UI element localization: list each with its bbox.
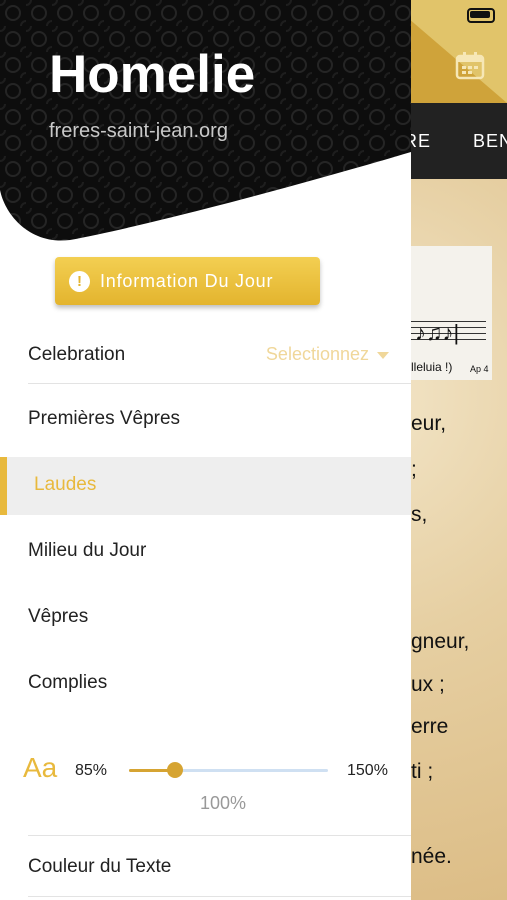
music-notes: ♪♫♪| [415, 320, 460, 345]
caret-down-icon [377, 351, 389, 359]
text-color-label: Couleur du Texte [28, 856, 172, 877]
font-size-icon: Aa [23, 752, 58, 783]
celebration-select-value: Selectionnez [265, 344, 369, 364]
font-size-max-label: 150% [347, 762, 388, 779]
text-line: née. [411, 845, 452, 868]
text-line: ti ; [411, 760, 434, 783]
divider [28, 896, 411, 897]
celebration-label: Celebration [28, 344, 126, 365]
battery-icon [467, 8, 495, 23]
font-size-current-label: 100% [200, 793, 247, 813]
celebration-select[interactable]: Selectionnez [266, 344, 389, 365]
celebration-row: Celebration Selectionnez [0, 320, 411, 384]
side-drawer: Homelie freres-saint-jean.org ! Informat… [0, 0, 411, 900]
text-line: eur, [411, 412, 447, 435]
font-size-min-label: 85% [75, 762, 108, 779]
text-line: gneur, [411, 630, 470, 653]
text-line: ux ; [411, 673, 445, 696]
website-url[interactable]: freres-saint-jean.org [49, 120, 228, 143]
font-size-slider[interactable] [129, 762, 328, 778]
menu-item-label: Complies [28, 672, 108, 693]
tab-ben[interactable]: BEN [473, 131, 507, 152]
menu-item-label: Vêpres [28, 606, 89, 627]
exclamation-icon: ! [69, 270, 90, 292]
active-indicator [0, 457, 7, 515]
music-reference: Ap 4 [470, 364, 489, 374]
menu-item-laudes[interactable]: Laudes [0, 457, 411, 515]
menu-item-premieres-vepres[interactable]: Premières Vêpres [0, 391, 411, 449]
information-du-jour-button[interactable]: ! Information Du Jour [55, 257, 320, 305]
menu-item-label: Milieu du Jour [28, 540, 147, 561]
divider [28, 383, 411, 384]
music-lyric: lleluia !) [411, 360, 453, 374]
app-title: Homelie [49, 45, 256, 104]
menu-item-label: Premières Vêpres [28, 408, 181, 429]
text-line: ; [411, 458, 417, 481]
info-button-label: Information Du Jour [100, 270, 274, 291]
slider-thumb[interactable] [166, 762, 183, 778]
menu-item-milieu-du-jour[interactable]: Milieu du Jour [0, 523, 411, 581]
menu-item-complies[interactable]: Complies [0, 655, 411, 713]
calendar-icon[interactable] [455, 52, 485, 80]
couleur-du-texte-row[interactable]: Couleur du Texte [0, 836, 411, 896]
text-line: erre [411, 715, 449, 738]
text-line: s, [411, 503, 428, 526]
menu-item-vepres[interactable]: Vêpres [0, 589, 411, 647]
menu-item-label: Laudes [34, 474, 97, 495]
